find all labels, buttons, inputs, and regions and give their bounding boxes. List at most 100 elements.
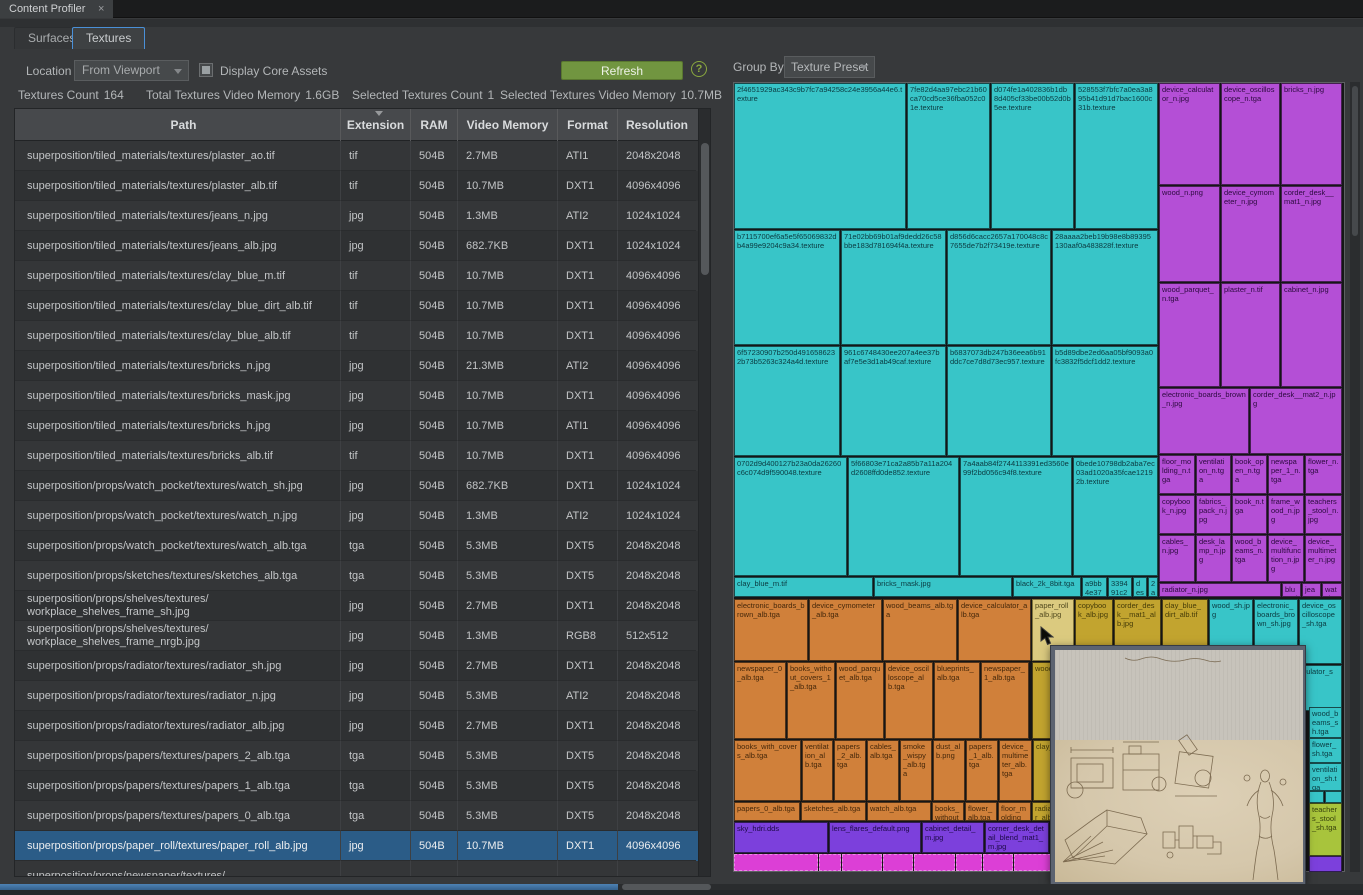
location-dropdown[interactable]: From Viewport: [74, 60, 189, 81]
treemap-cell[interactable]: [914, 854, 955, 871]
treemap-cell[interactable]: [883, 854, 913, 871]
treemap-cell[interactable]: 6f57230907b250d4916586232b73b5263c324a4d…: [734, 346, 840, 456]
treemap-cell[interactable]: cables_alb.tga: [867, 740, 899, 801]
treemap-cell[interactable]: papers_0_alb.tga: [734, 802, 800, 821]
table-row[interactable]: superposition/tiled_materials/textures/c…: [15, 291, 699, 321]
treemap-cell[interactable]: desk_lamp_n.jpg: [1196, 535, 1231, 582]
treemap-cell[interactable]: 0bede10798db2aba7ec03ad1020a35fcae12192b…: [1073, 457, 1158, 576]
treemap-cell[interactable]: books_without_cov: [932, 802, 964, 821]
table-row[interactable]: superposition/tiled_materials/textures/b…: [15, 441, 699, 471]
treemap-cell[interactable]: books_with_covers_alb.tga: [734, 740, 801, 801]
treemap-cell[interactable]: dust_alb.png: [933, 740, 965, 801]
treemap-cell[interactable]: device_calculator_n.jpg: [1159, 83, 1220, 185]
treemap-cell[interactable]: [1309, 856, 1342, 872]
treemap-cell[interactable]: cables_n.jpg: [1159, 535, 1195, 582]
treemap-cell[interactable]: corner_desk_detail_blend_mat1_m.jpg: [985, 822, 1049, 853]
treemap-cell[interactable]: device_oscilloscope_alb.tga: [885, 662, 933, 739]
treemap-cell[interactable]: 2a: [1148, 577, 1158, 597]
treemap-cell[interactable]: jeans_n: [1302, 583, 1321, 597]
treemap-cell[interactable]: newspaper_0_alb.tga: [734, 662, 786, 739]
treemap-cell[interactable]: corder_desk__mat2_n.jpg: [1250, 388, 1342, 454]
help-icon[interactable]: ?: [691, 61, 707, 77]
treemap-cell[interactable]: clay_blue_m.tif: [734, 577, 873, 597]
treemap-cell[interactable]: d856d6cacc2657a170048c8c7655de7b2f73419e…: [947, 230, 1051, 345]
treemap-cell[interactable]: newspaper_1_n.tga: [1268, 455, 1304, 494]
treemap-cell[interactable]: [983, 854, 1013, 871]
treemap-cell[interactable]: ventilation_alb.tga: [802, 740, 833, 801]
treemap-cell[interactable]: watch_alb.tga: [867, 802, 931, 821]
treemap-cell[interactable]: book_open_n.tga: [1232, 455, 1267, 494]
table-row[interactable]: superposition/props/newspaper/textures/: [15, 861, 699, 876]
treemap-cell[interactable]: device_calculator_alb.tga: [958, 599, 1031, 661]
treemap-cell[interactable]: wood_beams_sh.tga: [1309, 707, 1342, 738]
treemap-cell[interactable]: device_multimeter_n.jpg: [1305, 535, 1342, 582]
treemap-cell[interactable]: wood_parquet_n.tga: [1159, 283, 1220, 387]
table-row[interactable]: superposition/props/sketches/textures/sk…: [15, 561, 699, 591]
treemap-cell[interactable]: 7a4aab84f2744113391ed3560e99f2bd056c94f8…: [960, 457, 1072, 576]
treemap-cell[interactable]: 7fe82d4aa97ebc21b60ca70cd5ce36fba052c01e…: [907, 83, 990, 229]
treemap-cell[interactable]: device_cymometer_n.jpg: [1221, 186, 1280, 282]
treemap-cell[interactable]: 961c6748430ee207a4ee37baf7e5e3d1ab49caf.…: [841, 346, 946, 456]
treemap-cell[interactable]: teachers_stool_n.jpg: [1305, 495, 1342, 534]
table-row[interactable]: superposition/props/shelves/textures/wor…: [15, 591, 699, 621]
treemap-cell[interactable]: teachers_stool_sh.tga: [1309, 803, 1342, 856]
treemap-cell[interactable]: b7115700ef6a5e5f65069832db4a99e9204c9a34…: [734, 230, 840, 345]
treemap-cell[interactable]: 5f66803e71ca2a85b7a11a204d2608ffd0de852.…: [848, 457, 959, 576]
treemap-cell[interactable]: b5d89dbe2ed6aa05bf9093a0fc3832f5dcf1dd2.…: [1052, 346, 1158, 456]
treemap-cell[interactable]: flower_sh.tga: [1309, 738, 1342, 763]
treemap-cell[interactable]: cabinet_n.jpg: [1281, 283, 1342, 387]
treemap-cell[interactable]: books_without_covers_1_alb.tga: [787, 662, 835, 739]
table-row[interactable]: superposition/tiled_materials/textures/j…: [15, 201, 699, 231]
table-row[interactable]: superposition/props/watch_pocket/texture…: [15, 471, 699, 501]
treemap-cell[interactable]: flower_n.tga: [1305, 455, 1342, 494]
group-by-dropdown[interactable]: Texture Preset: [784, 56, 875, 78]
treemap-cell[interactable]: wood_parquet_alb.tga: [836, 662, 884, 739]
treemap-cell[interactable]: [1014, 854, 1051, 871]
treemap-cell[interactable]: wood_n.png: [1159, 186, 1220, 282]
treemap-cell[interactable]: desk_la: [1133, 577, 1147, 597]
treemap-cell[interactable]: radiator_n.jpg: [1159, 583, 1281, 597]
treemap-cell[interactable]: wood_beams_n.tga: [1232, 535, 1267, 582]
table-vertical-scrollbar[interactable]: [698, 109, 710, 876]
table-row[interactable]: superposition/tiled_materials/textures/p…: [15, 171, 699, 201]
treemap-cell[interactable]: floor_molding_n.tga: [1159, 455, 1195, 494]
treemap-cell[interactable]: electronic_boards_brown_alb.tga: [734, 599, 808, 661]
table-row[interactable]: superposition/tiled_materials/textures/b…: [15, 351, 699, 381]
treemap-cell[interactable]: floor_molding_alb.t: [998, 802, 1031, 821]
table-row[interactable]: superposition/props/radiator/textures/ra…: [15, 681, 699, 711]
column-header-resolution[interactable]: Resolution: [618, 109, 696, 141]
treemap-cell[interactable]: wood_beams_alb.tga: [883, 599, 957, 661]
treemap-cell[interactable]: d074fe1a402836b1db8d405cf33be00b52d0b5ee…: [991, 83, 1074, 229]
treemap-cell[interactable]: frame_wood_n.jpg: [1268, 495, 1304, 534]
tab-textures[interactable]: Textures: [72, 27, 145, 49]
treemap-cell[interactable]: device_oscilloscope_n.tga: [1221, 83, 1280, 185]
treemap-cell[interactable]: copybook_n.jpg: [1159, 495, 1195, 534]
table-row[interactable]: superposition/tiled_materials/textures/b…: [15, 381, 699, 411]
treemap-cell[interactable]: 0702d9d400127b23a0da26260c6c074d9f590048…: [734, 457, 847, 576]
table-row[interactable]: superposition/props/radiator/textures/ra…: [15, 711, 699, 741]
treemap-cell[interactable]: newspaper_1_alb.tga: [981, 662, 1029, 739]
treemap-cell[interactable]: device_cymometer_alb.tga: [809, 599, 882, 661]
treemap-cell[interactable]: device_multifunction_n.jpg: [1268, 535, 1304, 582]
treemap-cell[interactable]: [1309, 791, 1324, 803]
table-row[interactable]: superposition/props/radiator/textures/ra…: [15, 651, 699, 681]
column-header-format[interactable]: Format: [558, 109, 618, 141]
table-row[interactable]: superposition/tiled_materials/textures/b…: [15, 411, 699, 441]
treemap-cell[interactable]: corder_desk__mat1_n.jpg: [1281, 186, 1342, 282]
treemap-cell[interactable]: blueprints_alb.tga: [934, 662, 980, 739]
table-row[interactable]: superposition/tiled_materials/textures/p…: [15, 141, 699, 171]
treemap-cell[interactable]: ventilation_n.tga: [1196, 455, 1231, 494]
table-row[interactable]: superposition/tiled_materials/textures/j…: [15, 231, 699, 261]
treemap-cell[interactable]: electronic_boards_brown_n.jpg: [1159, 388, 1249, 454]
table-row[interactable]: superposition/props/papers/textures/pape…: [15, 771, 699, 801]
scrollbar-thumb[interactable]: [701, 143, 709, 275]
treemap-cell[interactable]: papers_2_alb.tga: [834, 740, 866, 801]
table-row[interactable]: superposition/props/watch_pocket/texture…: [15, 501, 699, 531]
treemap-cell[interactable]: [1325, 791, 1342, 803]
column-header-video-memory[interactable]: Video Memory: [458, 109, 558, 141]
treemap-cell[interactable]: 28aaaa2beb19b98e8b89395130aaf0a483828f.t…: [1052, 230, 1158, 345]
table-row[interactable]: superposition/props/papers/textures/pape…: [15, 801, 699, 831]
treemap-cell[interactable]: 528553f7bfc7a0ea3a895b41d91d7bac1600c31b…: [1075, 83, 1158, 229]
treemap-cell[interactable]: flower_alb.tga: [965, 802, 997, 821]
treemap-cell[interactable]: [734, 854, 818, 871]
